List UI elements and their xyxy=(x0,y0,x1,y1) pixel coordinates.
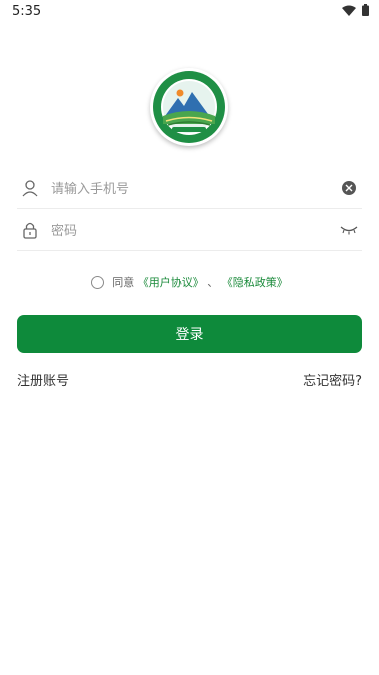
phone-field xyxy=(17,169,362,209)
password-field xyxy=(17,211,362,251)
lock-icon xyxy=(23,222,37,239)
agreement-row: 同意 《用户协议》 、 《隐私政策》 xyxy=(0,274,379,292)
user-agreement-link[interactable]: 《用户协议》 xyxy=(138,276,204,289)
agree-radio[interactable] xyxy=(91,275,105,289)
privacy-policy-link[interactable]: 《隐私政策》 xyxy=(222,276,288,289)
status-bar: 5:35 xyxy=(0,0,379,22)
app-logo xyxy=(150,68,228,146)
clear-icon[interactable] xyxy=(342,181,356,195)
user-icon xyxy=(22,180,38,197)
forgot-password-link[interactable]: 忘记密码? xyxy=(303,370,362,389)
wifi-icon xyxy=(342,5,356,16)
eye-closed-icon[interactable] xyxy=(340,224,358,236)
login-button[interactable]: 登录 xyxy=(17,315,362,353)
status-time: 5:35 xyxy=(12,4,42,19)
password-input[interactable] xyxy=(51,217,331,245)
register-link[interactable]: 注册账号 xyxy=(17,370,69,389)
battery-icon xyxy=(362,4,369,16)
agree-prefix: 同意 xyxy=(112,276,135,289)
agree-separator: 、 xyxy=(207,276,219,289)
app-logo-emblem xyxy=(153,71,225,143)
status-icons xyxy=(342,4,369,16)
phone-input[interactable] xyxy=(51,175,331,203)
